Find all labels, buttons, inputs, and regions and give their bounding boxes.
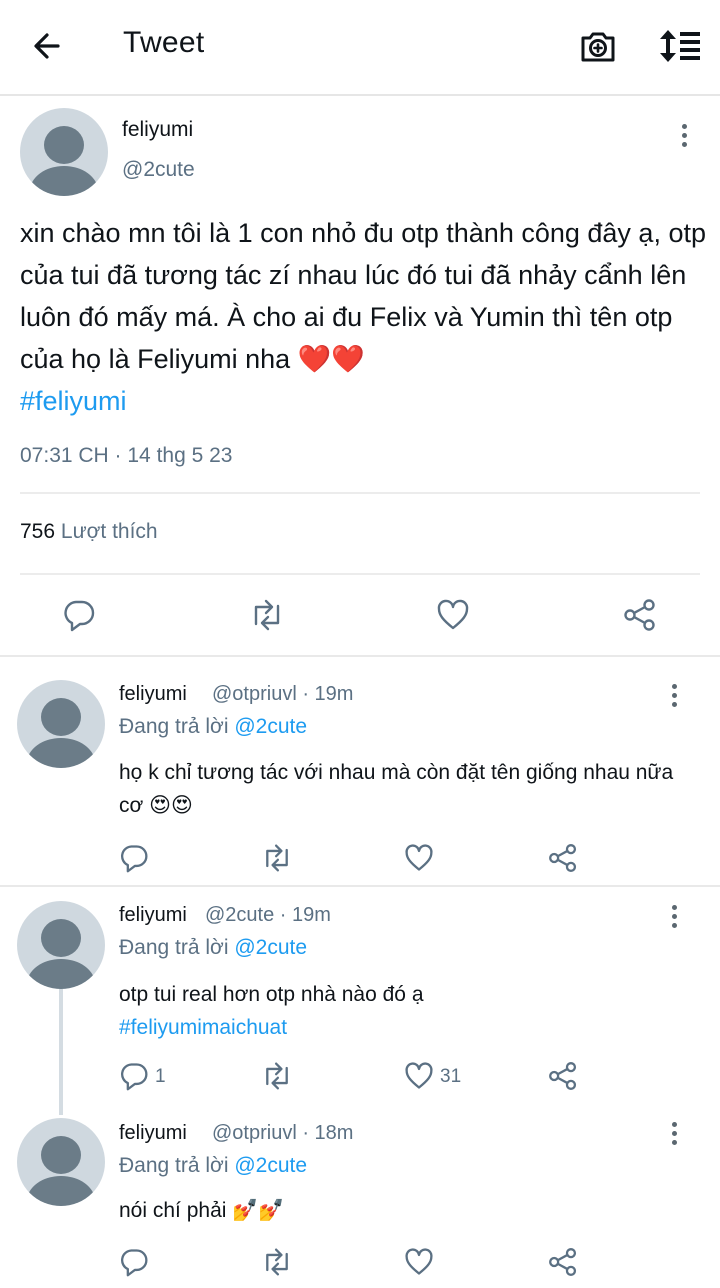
reply-body: otp tui real hơn otp nhà nào đó ạ	[119, 983, 424, 1006]
avatar[interactable]	[17, 680, 105, 768]
likes-count: 756	[20, 520, 56, 543]
heart-icon[interactable]	[404, 843, 434, 873]
more-options-icon[interactable]	[669, 1122, 679, 1148]
share-icon[interactable]	[547, 1061, 579, 1091]
mention-link[interactable]: @2cute	[234, 1154, 307, 1177]
sort-icon[interactable]	[656, 26, 702, 66]
more-options-icon[interactable]	[669, 905, 679, 931]
author-handle[interactable]: @2cute	[122, 158, 195, 182]
reply-text: otp tui real hơn otp nhà nào đó ạ #feliy…	[119, 978, 679, 1044]
thread-line	[59, 987, 63, 1115]
divider	[20, 492, 700, 494]
replying-to: Đang trả lời @2cute	[119, 1154, 308, 1177]
reply-author-name[interactable]: feliyumi	[119, 904, 187, 927]
share-icon[interactable]	[622, 598, 658, 632]
reply-text: họ k chỉ tương tác với nhau mà còn đặt t…	[119, 761, 674, 817]
share-icon[interactable]	[547, 843, 579, 873]
likes-summary[interactable]: 756 Lượt thích	[20, 520, 158, 544]
retweet-icon[interactable]	[248, 598, 286, 632]
reply-author-handle[interactable]: @2cute · 19m	[205, 904, 331, 927]
share-icon[interactable]	[547, 1247, 579, 1277]
retweet-icon[interactable]	[260, 843, 294, 873]
likes-label: Lượt thích	[60, 520, 158, 543]
reply-author-name[interactable]: feliyumi	[119, 1122, 187, 1145]
more-options-icon[interactable]	[679, 124, 689, 150]
avatar[interactable]	[17, 901, 105, 989]
reply-icon[interactable]	[119, 1247, 149, 1277]
heart-icon[interactable]	[404, 1247, 434, 1277]
more-options-icon[interactable]	[669, 684, 679, 710]
camera-plus-icon[interactable]	[578, 26, 618, 66]
hashtag-link[interactable]: #feliyumimaichuat	[119, 1016, 287, 1039]
divider	[0, 655, 720, 657]
tweet-timestamp: 07:31 CH · 14 thg 5 23	[20, 444, 233, 467]
mention-link[interactable]: @2cute	[234, 936, 307, 959]
back-arrow-icon[interactable]	[28, 26, 68, 66]
replying-to: Đang trả lời @2cute	[119, 936, 308, 959]
reply-author-handle[interactable]: @otpriuvl · 18m	[212, 1122, 353, 1145]
mention-link[interactable]: @2cute	[234, 715, 307, 738]
tweet-text: xin chào mn tôi là 1 con nhỏ đu otp thàn…	[20, 212, 710, 422]
like-count: 31	[440, 1066, 462, 1087]
avatar[interactable]	[17, 1118, 105, 1206]
retweet-icon[interactable]	[260, 1061, 294, 1091]
divider	[0, 885, 720, 887]
divider	[20, 573, 700, 575]
reply-author-handle[interactable]: @otpriuvl · 19m	[212, 683, 353, 706]
hashtag-link[interactable]: #feliyumi	[20, 386, 127, 416]
reply-author-name[interactable]: feliyumi	[119, 683, 187, 706]
reply-text: nói chí phải 💅💅	[119, 1199, 285, 1222]
reply-icon[interactable]	[119, 1061, 149, 1091]
top-app-bar: Tweet	[0, 0, 720, 96]
heart-icon[interactable]	[404, 1061, 434, 1091]
author-name[interactable]: feliyumi	[122, 118, 193, 142]
avatar[interactable]	[20, 108, 108, 196]
page-title: Tweet	[123, 26, 205, 59]
retweet-icon[interactable]	[260, 1247, 294, 1277]
reply-count: 1	[155, 1066, 166, 1087]
heart-icon[interactable]	[436, 598, 470, 632]
reply-icon[interactable]	[62, 598, 96, 632]
tweet-body: xin chào mn tôi là 1 con nhỏ đu otp thàn…	[20, 218, 706, 374]
replying-to: Đang trả lời @2cute	[119, 715, 308, 738]
reply-icon[interactable]	[119, 843, 149, 873]
